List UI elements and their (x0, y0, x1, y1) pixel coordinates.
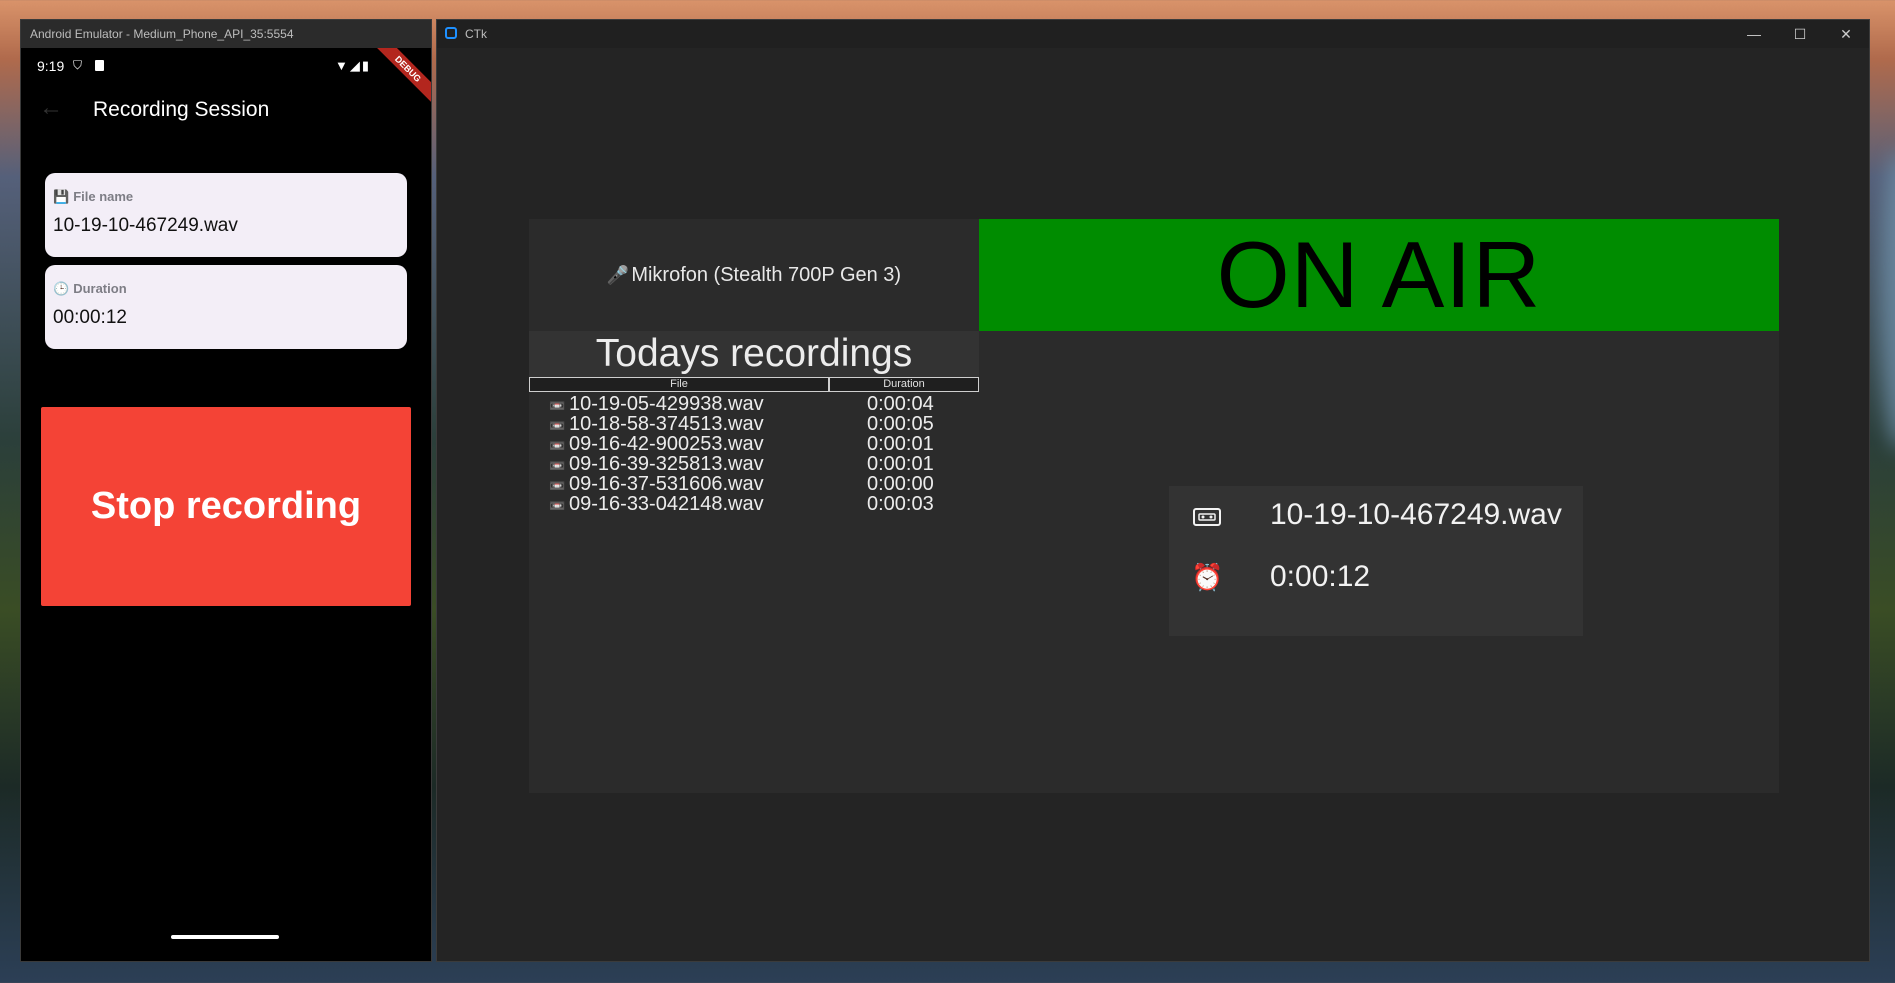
recording-file: 09-16-33-042148.wav (569, 493, 764, 515)
ctk-title-bar[interactable]: CTk — ☐ ✕ (437, 20, 1869, 48)
table-row[interactable]: 📼 10-19-05-429938.wav 0:00:04 (529, 394, 979, 414)
table-row[interactable]: 📼 09-16-37-531606.wav 0:00:00 (529, 474, 979, 494)
recordings-table-header: File Duration (529, 377, 979, 393)
file-name-card: 💾 File name 10-19-10-467249.wav (45, 173, 407, 257)
table-row[interactable]: 📼 09-16-42-900253.wav 0:00:01 (529, 434, 979, 454)
close-icon[interactable]: ✕ (1823, 20, 1869, 48)
minimize-icon[interactable]: — (1731, 20, 1777, 48)
emulator-title-bar[interactable]: Android Emulator - Medium_Phone_API_35:5… (21, 20, 431, 48)
alarm-clock-icon: ⏰ (1191, 562, 1224, 592)
recordings-list: 📼 10-19-05-429938.wav 0:00:04 📼 10-18-58… (529, 394, 979, 514)
ctk-window-title: CTk (465, 27, 487, 41)
recording-file: 09-16-37-531606.wav (569, 473, 764, 495)
shield-icon: ⛉ (73, 58, 83, 72)
current-file-row: 10-19-10-467249.wav (1169, 486, 1583, 546)
main-panel: 🎤 Mikrofon (Stealth 700P Gen 3) ON AIR T… (529, 219, 1779, 793)
cassette-icon: 📼 (549, 458, 566, 473)
current-recording-panel: 10-19-10-467249.wav ⏰ 0:00:12 (1169, 486, 1583, 636)
duration-card: 🕒 Duration 00:00:12 (45, 265, 407, 349)
stop-recording-button[interactable]: Stop recording (41, 407, 411, 606)
ctk-window: CTk — ☐ ✕ 🎤 Mikrofon (Stealth 700P Gen 3… (436, 19, 1870, 962)
status-bar: 9:19 ⛉ ▼◢▮ (37, 58, 391, 76)
recording-duration: 0:00:01 (867, 433, 934, 455)
file-name-value: 10-19-10-467249.wav (53, 215, 238, 236)
wallpaper-patch (1880, 150, 1895, 450)
cassette-icon (1193, 508, 1221, 526)
duration-label: Duration (73, 281, 127, 296)
android-emulator-window: Android Emulator - Medium_Phone_API_35:5… (20, 19, 432, 962)
recording-duration: 0:00:01 (867, 453, 934, 475)
current-duration-row: ⏰ 0:00:12 (1169, 548, 1583, 608)
signal-icons: ▼◢▮ (335, 58, 371, 74)
recordings-heading: Todays recordings (529, 331, 979, 377)
cassette-icon: 📼 (549, 418, 566, 433)
page-title: Recording Session (93, 98, 270, 121)
cassette-icon: 📼 (549, 478, 566, 493)
cassette-icon: 📼 (549, 498, 566, 513)
current-file-name: 10-19-10-467249.wav (1270, 498, 1562, 531)
recording-file: 10-18-58-374513.wav (569, 413, 764, 435)
microphone-label: Mikrofon (Stealth 700P Gen 3) (631, 263, 902, 286)
maximize-icon[interactable]: ☐ (1777, 20, 1823, 48)
on-air-indicator: ON AIR (979, 219, 1779, 331)
microphone-panel: 🎤 Mikrofon (Stealth 700P Gen 3) (529, 219, 979, 331)
recording-duration: 0:00:03 (867, 493, 934, 515)
battery-icon: ▮ (361, 58, 371, 73)
recording-duration: 0:00:05 (867, 413, 934, 435)
back-arrow-icon[interactable]: ← (39, 94, 63, 122)
recording-duration: 0:00:00 (867, 473, 934, 495)
home-indicator[interactable] (171, 935, 279, 939)
recording-file: 10-19-05-429938.wav (569, 393, 764, 415)
table-row[interactable]: 📼 09-16-39-325813.wav 0:00:01 (529, 454, 979, 474)
wifi-icon: ▼ (334, 58, 350, 73)
table-row[interactable]: 📼 09-16-33-042148.wav 0:00:03 (529, 494, 979, 514)
ctk-app-icon (445, 27, 457, 39)
clock-icon: 🕒 (53, 281, 70, 296)
recording-file: 09-16-42-900253.wav (569, 433, 764, 455)
file-name-label: File name (73, 189, 134, 204)
recording-duration: 0:00:04 (867, 393, 934, 415)
cell-signal-icon: ◢ (349, 58, 362, 73)
status-time: 9:19 (37, 58, 65, 74)
phone-screen: 9:19 ⛉ ▼◢▮ DEBUG ← Recording Session 💾 Fi… (21, 48, 431, 961)
column-header-duration[interactable]: Duration (829, 377, 979, 392)
current-elapsed-time: 0:00:12 (1270, 560, 1371, 593)
sd-card-icon (95, 60, 104, 71)
floppy-disk-icon: 💾 (53, 189, 70, 204)
app-bar: ← Recording Session (21, 84, 431, 136)
table-row[interactable]: 📼 10-18-58-374513.wav 0:00:05 (529, 414, 979, 434)
column-header-file[interactable]: File (529, 377, 829, 392)
cassette-icon: 📼 (549, 398, 566, 413)
recording-file: 09-16-39-325813.wav (569, 453, 764, 475)
cassette-icon: 📼 (549, 438, 566, 453)
duration-value: 00:00:12 (53, 307, 127, 328)
microphone-icon: 🎤 (606, 264, 630, 285)
